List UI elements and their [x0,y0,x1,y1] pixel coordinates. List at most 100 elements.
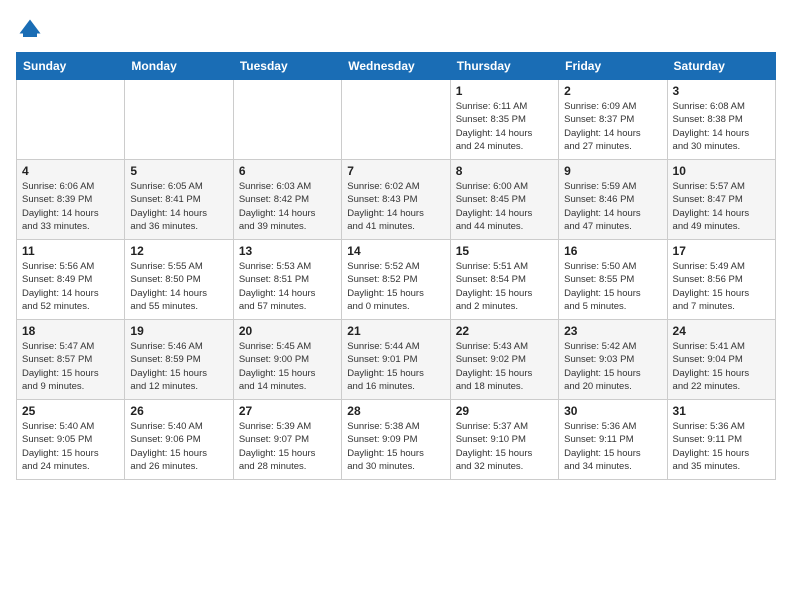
day-cell: 3 Sunrise: 6:08 AM Sunset: 8:38 PM Daylig… [667,80,775,160]
weekday-header-monday: Monday [125,53,233,80]
day-cell: 9 Sunrise: 5:59 AM Sunset: 8:46 PM Daylig… [559,160,667,240]
day-info: Sunrise: 5:43 AM Sunset: 9:02 PM Dayligh… [456,340,553,393]
logo [16,16,48,44]
day-number: 7 [347,164,444,178]
day-info: Sunrise: 6:09 AM Sunset: 8:37 PM Dayligh… [564,100,661,153]
day-number: 2 [564,84,661,98]
week-row-3: 11 Sunrise: 5:56 AM Sunset: 8:49 PM Dayli… [17,240,776,320]
day-cell: 24Sunrise: 5:41 AM Sunset: 9:04 PM Dayli… [667,320,775,400]
day-cell: 6 Sunrise: 6:03 AM Sunset: 8:42 PM Daylig… [233,160,341,240]
weekday-header-wednesday: Wednesday [342,53,450,80]
week-row-5: 25 Sunrise: 5:40 AM Sunset: 9:05 PM Dayli… [17,400,776,480]
day-cell: 12 Sunrise: 5:55 AM Sunset: 8:50 PM Dayli… [125,240,233,320]
week-row-4: 18 Sunrise: 5:47 AM Sunset: 8:57 PM Dayli… [17,320,776,400]
day-info: Sunrise: 6:02 AM Sunset: 8:43 PM Dayligh… [347,180,444,233]
week-row-1: 1 Sunrise: 6:11 AM Sunset: 8:35 PM Daylig… [17,80,776,160]
day-info: Sunrise: 5:39 AM Sunset: 9:07 PM Dayligh… [239,420,336,473]
day-cell: 7 Sunrise: 6:02 AM Sunset: 8:43 PM Daylig… [342,160,450,240]
day-cell: 11 Sunrise: 5:56 AM Sunset: 8:49 PM Dayli… [17,240,125,320]
day-number: 30 [564,404,661,418]
day-number: 9 [564,164,661,178]
day-number: 8 [456,164,553,178]
weekday-header-tuesday: Tuesday [233,53,341,80]
day-info: Sunrise: 6:11 AM Sunset: 8:35 PM Dayligh… [456,100,553,153]
page-header [16,16,776,44]
day-number: 1 [456,84,553,98]
day-cell [17,80,125,160]
day-cell: 28 Sunrise: 5:38 AM Sunset: 9:09 PM Dayli… [342,400,450,480]
day-info: Sunrise: 5:50 AM Sunset: 8:55 PM Dayligh… [564,260,661,313]
day-number: 3 [673,84,770,98]
day-cell: 20 Sunrise: 5:45 AM Sunset: 9:00 PM Dayli… [233,320,341,400]
day-info: Sunrise: 6:03 AM Sunset: 8:42 PM Dayligh… [239,180,336,233]
day-info: Sunrise: 5:55 AM Sunset: 8:50 PM Dayligh… [130,260,227,313]
day-info: Sunrise: 5:44 AM Sunset: 9:01 PM Dayligh… [347,340,444,393]
day-cell [125,80,233,160]
day-cell: 2 Sunrise: 6:09 AM Sunset: 8:37 PM Daylig… [559,80,667,160]
day-info: Sunrise: 5:36 AM Sunset: 9:11 PM Dayligh… [673,420,770,473]
day-cell [233,80,341,160]
day-number: 14 [347,244,444,258]
day-cell: 1 Sunrise: 6:11 AM Sunset: 8:35 PM Daylig… [450,80,558,160]
day-info: Sunrise: 5:42 AM Sunset: 9:03 PM Dayligh… [564,340,661,393]
day-info: Sunrise: 5:45 AM Sunset: 9:00 PM Dayligh… [239,340,336,393]
day-info: Sunrise: 6:05 AM Sunset: 8:41 PM Dayligh… [130,180,227,233]
day-cell: 30 Sunrise: 5:36 AM Sunset: 9:11 PM Dayli… [559,400,667,480]
day-cell: 18 Sunrise: 5:47 AM Sunset: 8:57 PM Dayli… [17,320,125,400]
day-info: Sunrise: 6:00 AM Sunset: 8:45 PM Dayligh… [456,180,553,233]
day-number: 25 [22,404,119,418]
day-number: 24 [673,324,770,338]
day-number: 13 [239,244,336,258]
day-cell: 27 Sunrise: 5:39 AM Sunset: 9:07 PM Dayli… [233,400,341,480]
day-info: Sunrise: 5:37 AM Sunset: 9:10 PM Dayligh… [456,420,553,473]
day-cell: 10Sunrise: 5:57 AM Sunset: 8:47 PM Dayli… [667,160,775,240]
day-cell: 29Sunrise: 5:37 AM Sunset: 9:10 PM Dayli… [450,400,558,480]
day-info: Sunrise: 5:47 AM Sunset: 8:57 PM Dayligh… [22,340,119,393]
day-cell: 22Sunrise: 5:43 AM Sunset: 9:02 PM Dayli… [450,320,558,400]
day-cell: 14 Sunrise: 5:52 AM Sunset: 8:52 PM Dayli… [342,240,450,320]
day-number: 20 [239,324,336,338]
day-info: Sunrise: 6:06 AM Sunset: 8:39 PM Dayligh… [22,180,119,233]
day-info: Sunrise: 5:38 AM Sunset: 9:09 PM Dayligh… [347,420,444,473]
day-info: Sunrise: 6:08 AM Sunset: 8:38 PM Dayligh… [673,100,770,153]
calendar-table: SundayMondayTuesdayWednesdayThursdayFrid… [16,52,776,480]
day-info: Sunrise: 5:40 AM Sunset: 9:05 PM Dayligh… [22,420,119,473]
day-info: Sunrise: 5:52 AM Sunset: 8:52 PM Dayligh… [347,260,444,313]
day-info: Sunrise: 5:51 AM Sunset: 8:54 PM Dayligh… [456,260,553,313]
day-number: 11 [22,244,119,258]
day-cell: 8 Sunrise: 6:00 AM Sunset: 8:45 PM Daylig… [450,160,558,240]
day-info: Sunrise: 5:57 AM Sunset: 8:47 PM Dayligh… [673,180,770,233]
day-cell: 4 Sunrise: 6:06 AM Sunset: 8:39 PM Daylig… [17,160,125,240]
day-cell: 17Sunrise: 5:49 AM Sunset: 8:56 PM Dayli… [667,240,775,320]
day-cell: 31 Sunrise: 5:36 AM Sunset: 9:11 PM Dayli… [667,400,775,480]
day-cell: 23Sunrise: 5:42 AM Sunset: 9:03 PM Dayli… [559,320,667,400]
day-number: 5 [130,164,227,178]
week-row-2: 4 Sunrise: 6:06 AM Sunset: 8:39 PM Daylig… [17,160,776,240]
weekday-header-row: SundayMondayTuesdayWednesdayThursdayFrid… [17,53,776,80]
day-number: 16 [564,244,661,258]
weekday-header-friday: Friday [559,53,667,80]
day-cell [342,80,450,160]
weekday-header-sunday: Sunday [17,53,125,80]
day-cell: 19Sunrise: 5:46 AM Sunset: 8:59 PM Dayli… [125,320,233,400]
day-cell: 26Sunrise: 5:40 AM Sunset: 9:06 PM Dayli… [125,400,233,480]
day-number: 12 [130,244,227,258]
day-number: 31 [673,404,770,418]
day-cell: 21 Sunrise: 5:44 AM Sunset: 9:01 PM Dayli… [342,320,450,400]
day-info: Sunrise: 5:46 AM Sunset: 8:59 PM Dayligh… [130,340,227,393]
day-info: Sunrise: 5:56 AM Sunset: 8:49 PM Dayligh… [22,260,119,313]
day-number: 21 [347,324,444,338]
day-info: Sunrise: 5:59 AM Sunset: 8:46 PM Dayligh… [564,180,661,233]
day-cell: 5 Sunrise: 6:05 AM Sunset: 8:41 PM Daylig… [125,160,233,240]
day-number: 15 [456,244,553,258]
logo-icon [16,16,44,44]
day-number: 4 [22,164,119,178]
day-info: Sunrise: 5:36 AM Sunset: 9:11 PM Dayligh… [564,420,661,473]
day-number: 18 [22,324,119,338]
day-number: 6 [239,164,336,178]
day-cell: 25 Sunrise: 5:40 AM Sunset: 9:05 PM Dayli… [17,400,125,480]
weekday-header-saturday: Saturday [667,53,775,80]
day-info: Sunrise: 5:40 AM Sunset: 9:06 PM Dayligh… [130,420,227,473]
day-number: 28 [347,404,444,418]
day-number: 27 [239,404,336,418]
